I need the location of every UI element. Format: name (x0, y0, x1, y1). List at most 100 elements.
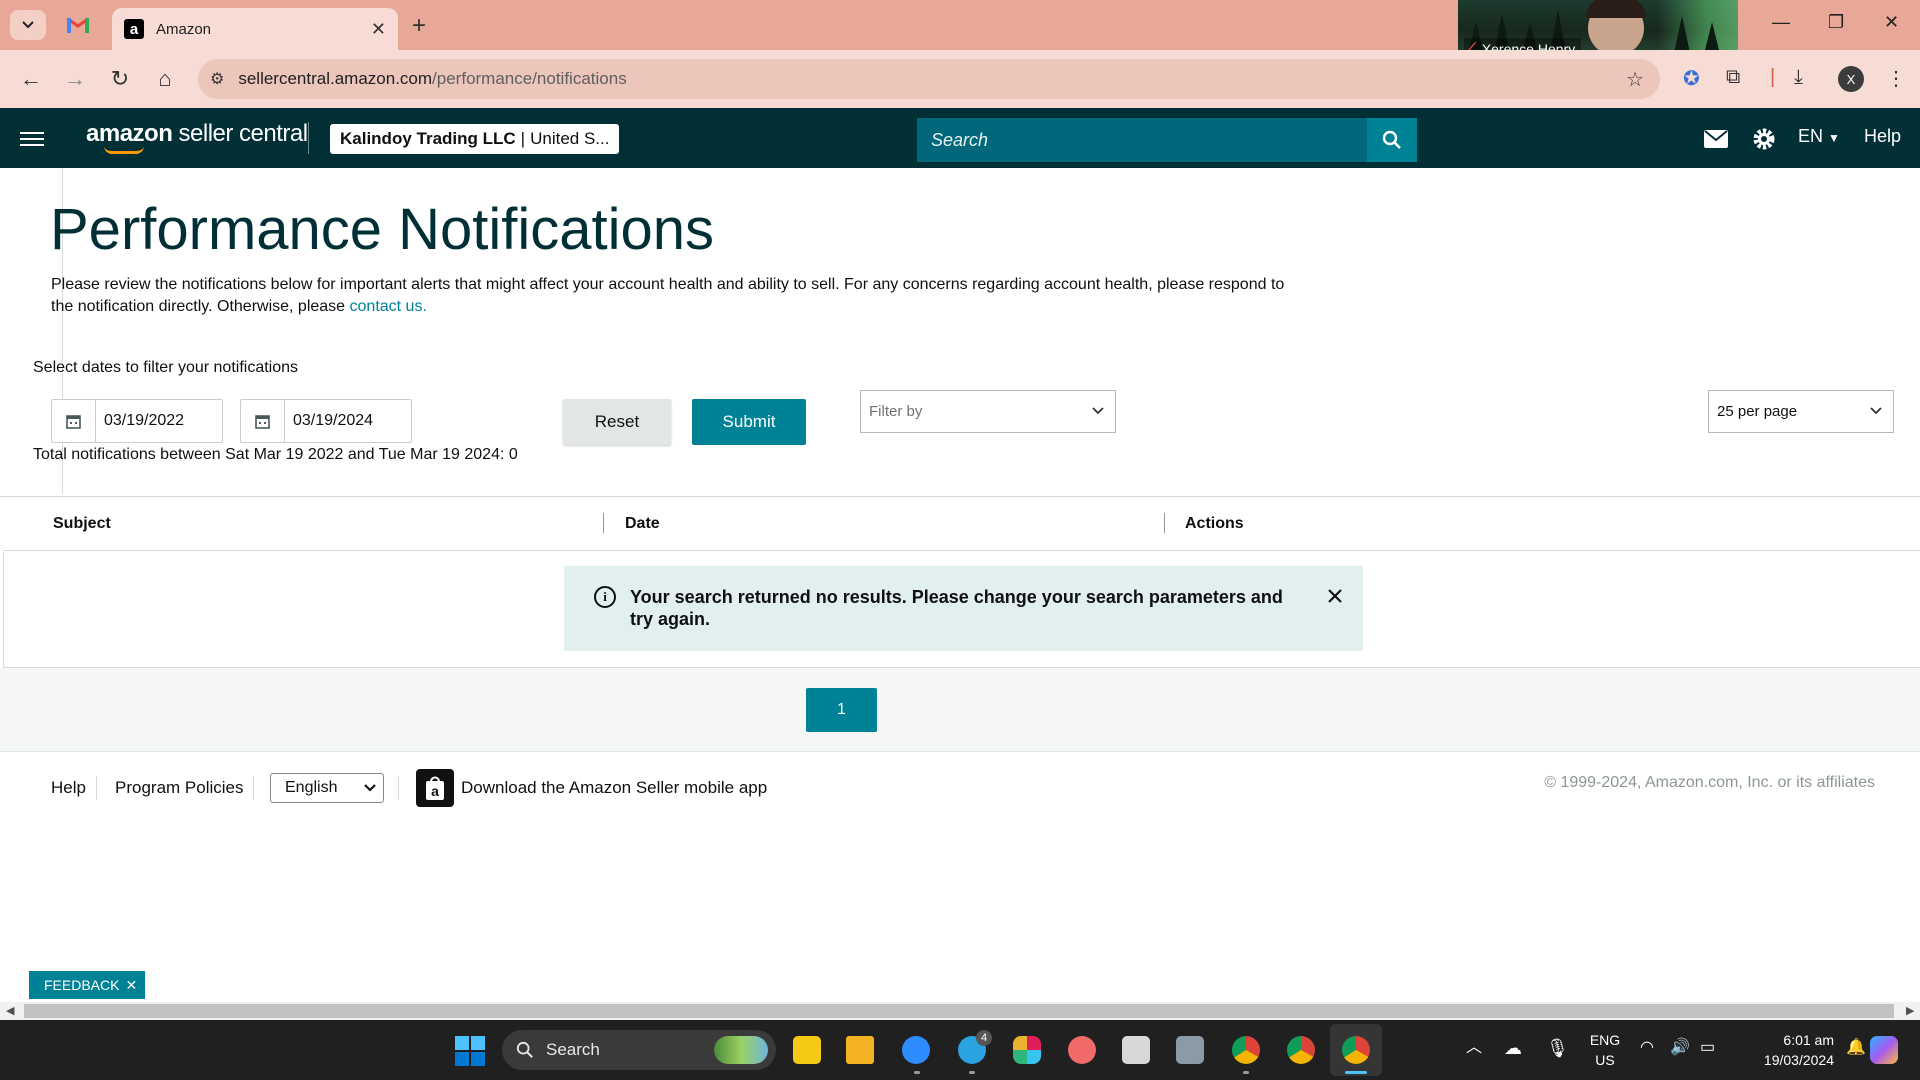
windows-start-icon[interactable] (455, 1036, 485, 1066)
zoom-icon[interactable] (902, 1036, 930, 1064)
end-date-value: 03/19/2024 (293, 412, 374, 429)
column-header-date[interactable]: Date (625, 515, 660, 533)
chevron-down-icon (1870, 407, 1882, 415)
no-results-message: Your search returned no results. Please … (630, 587, 1283, 629)
onedrive-icon[interactable]: ☁ (1504, 1038, 1522, 1058)
close-icon[interactable] (1327, 588, 1343, 604)
site-settings-icon[interactable]: ⚙ (210, 69, 224, 89)
gear-icon[interactable] (1752, 127, 1776, 151)
scroll-left-icon[interactable]: ◀ (6, 1004, 14, 1017)
svg-text:a: a (431, 783, 439, 799)
scrollbar-thumb[interactable] (24, 1004, 1894, 1018)
table-header: Subject Date Actions (3, 497, 1920, 551)
restore-icon[interactable]: ❐ (1828, 12, 1844, 33)
seller-central-logo[interactable]: amazon seller central (86, 120, 308, 154)
taskbar-search[interactable]: Search (502, 1030, 776, 1070)
amazon-seller-app-icon[interactable]: a (416, 769, 454, 807)
reset-button[interactable]: Reset (563, 399, 671, 445)
tab-search-button[interactable] (10, 10, 46, 40)
gmail-tab[interactable] (62, 12, 94, 38)
calculator-icon[interactable] (1176, 1036, 1204, 1064)
tab-close-icon[interactable]: ✕ (371, 19, 386, 40)
sticky-notes-icon[interactable] (793, 1036, 821, 1064)
chevron-down-icon (1092, 407, 1104, 415)
download-app-link[interactable]: Download the Amazon Seller mobile app (461, 778, 767, 798)
submit-button[interactable]: Submit (692, 399, 806, 445)
filter-by-select[interactable]: Filter by (860, 390, 1116, 433)
volume-icon[interactable]: 🔊 (1670, 1038, 1690, 1058)
chrome-icon[interactable] (1232, 1036, 1260, 1064)
clock[interactable]: 6:01 am 19/03/2024 (1742, 1030, 1834, 1070)
column-header-actions[interactable]: Actions (1185, 515, 1244, 533)
chrome-icon[interactable] (1287, 1036, 1315, 1064)
copilot-icon[interactable] (1870, 1036, 1898, 1064)
horizontal-scrollbar[interactable]: ◀ ▶ (0, 1002, 1920, 1020)
minimize-icon[interactable]: — (1772, 12, 1790, 33)
window-close-icon[interactable]: ✕ (1884, 12, 1899, 33)
scroll-right-icon[interactable]: ▶ (1906, 1004, 1914, 1017)
tray-overflow-icon[interactable]: ︿ (1466, 1038, 1482, 1058)
search-input[interactable] (917, 118, 1367, 162)
feedback-tab[interactable]: FEEDBACK ✕ (29, 971, 146, 999)
close-icon[interactable]: ✕ (125, 977, 137, 994)
windows-taskbar: Search 4 ︿ ☁ 🎙 ENG US ◠ 🔊 ▭ 6:01 am 19/0… (0, 1020, 1920, 1080)
puzzle-extensions-icon[interactable]: ⧉ (1726, 66, 1740, 89)
forward-icon[interactable]: → (60, 64, 90, 94)
footer-language-select[interactable]: English (270, 773, 384, 803)
menu-icon[interactable] (20, 128, 44, 148)
contact-us-link[interactable]: contact us. (350, 298, 427, 315)
profile-avatar[interactable]: X (1838, 66, 1864, 92)
end-date-input[interactable]: 03/19/2024 (240, 399, 412, 443)
battery-icon[interactable]: ▭ (1700, 1038, 1715, 1058)
header-search (917, 118, 1417, 162)
search-icon (1382, 130, 1401, 149)
per-page-select[interactable]: 25 per page (1708, 390, 1894, 433)
mail-icon[interactable] (1704, 130, 1728, 148)
address-bar[interactable]: ⚙ sellercentral.amazon.com/performance/n… (198, 59, 1660, 99)
filter-label: Select dates to filter your notification… (33, 359, 299, 376)
language-switcher[interactable]: EN ▼ (1798, 126, 1840, 147)
header-help-link[interactable]: Help (1864, 126, 1901, 147)
download-icon[interactable]: ⤓ (1794, 66, 1803, 89)
app-running-indicator (1243, 1071, 1249, 1074)
microphone-icon[interactable]: 🎙 (1546, 1038, 1569, 1058)
toolbar-divider: | (1770, 66, 1776, 88)
tab-title: Amazon (156, 20, 212, 38)
reload-icon[interactable]: ↻ (105, 64, 135, 94)
wifi-icon[interactable]: ◠ (1640, 1038, 1654, 1058)
calendar-icon[interactable] (52, 400, 96, 442)
file-explorer-icon[interactable] (846, 1036, 874, 1064)
asana-icon[interactable] (1068, 1036, 1096, 1064)
chevron-down-icon (364, 784, 376, 792)
kebab-menu-icon[interactable]: ⋮ (1886, 66, 1906, 91)
chevron-down-icon (22, 21, 34, 29)
input-language[interactable]: ENG US (1587, 1030, 1623, 1070)
telegram-badge: 4 (976, 1030, 992, 1046)
search-button[interactable] (1367, 118, 1417, 162)
footer-divider (398, 776, 399, 800)
snipping-tool-icon[interactable] (1122, 1036, 1150, 1064)
program-policies-link[interactable]: Program Policies (115, 778, 244, 798)
start-date-value: 03/19/2022 (104, 412, 185, 429)
amazon-favicon-icon: a (124, 19, 144, 39)
chrome-icon[interactable] (1342, 1036, 1370, 1064)
search-icon (516, 1041, 533, 1058)
url-text: sellercentral.amazon.com/performance/not… (238, 69, 627, 88)
calendar-icon[interactable] (241, 400, 285, 442)
app-running-indicator (969, 1071, 975, 1074)
start-date-input[interactable]: 03/19/2022 (51, 399, 223, 443)
extension-icon[interactable]: ✪ (1683, 66, 1700, 91)
active-tab[interactable]: a Amazon ✕ (112, 8, 398, 50)
notification-bell-icon[interactable]: 🔔 (1846, 1038, 1866, 1058)
column-header-subject[interactable]: Subject (53, 515, 111, 533)
page-button-current[interactable]: 1 (806, 688, 877, 732)
home-icon[interactable]: ⌂ (150, 64, 180, 94)
copyright-text: © 1999-2024, Amazon.com, Inc. or its aff… (1544, 774, 1875, 791)
account-switcher[interactable]: Kalindoy Trading LLC | United S... (330, 124, 620, 154)
slack-icon[interactable] (1013, 1036, 1041, 1064)
new-tab-button[interactable]: + (412, 12, 426, 40)
bookmark-star-icon[interactable]: ☆ (1626, 67, 1644, 92)
back-icon[interactable]: ← (16, 64, 46, 94)
footer-help-link[interactable]: Help (51, 778, 86, 798)
header-divider (308, 122, 309, 154)
